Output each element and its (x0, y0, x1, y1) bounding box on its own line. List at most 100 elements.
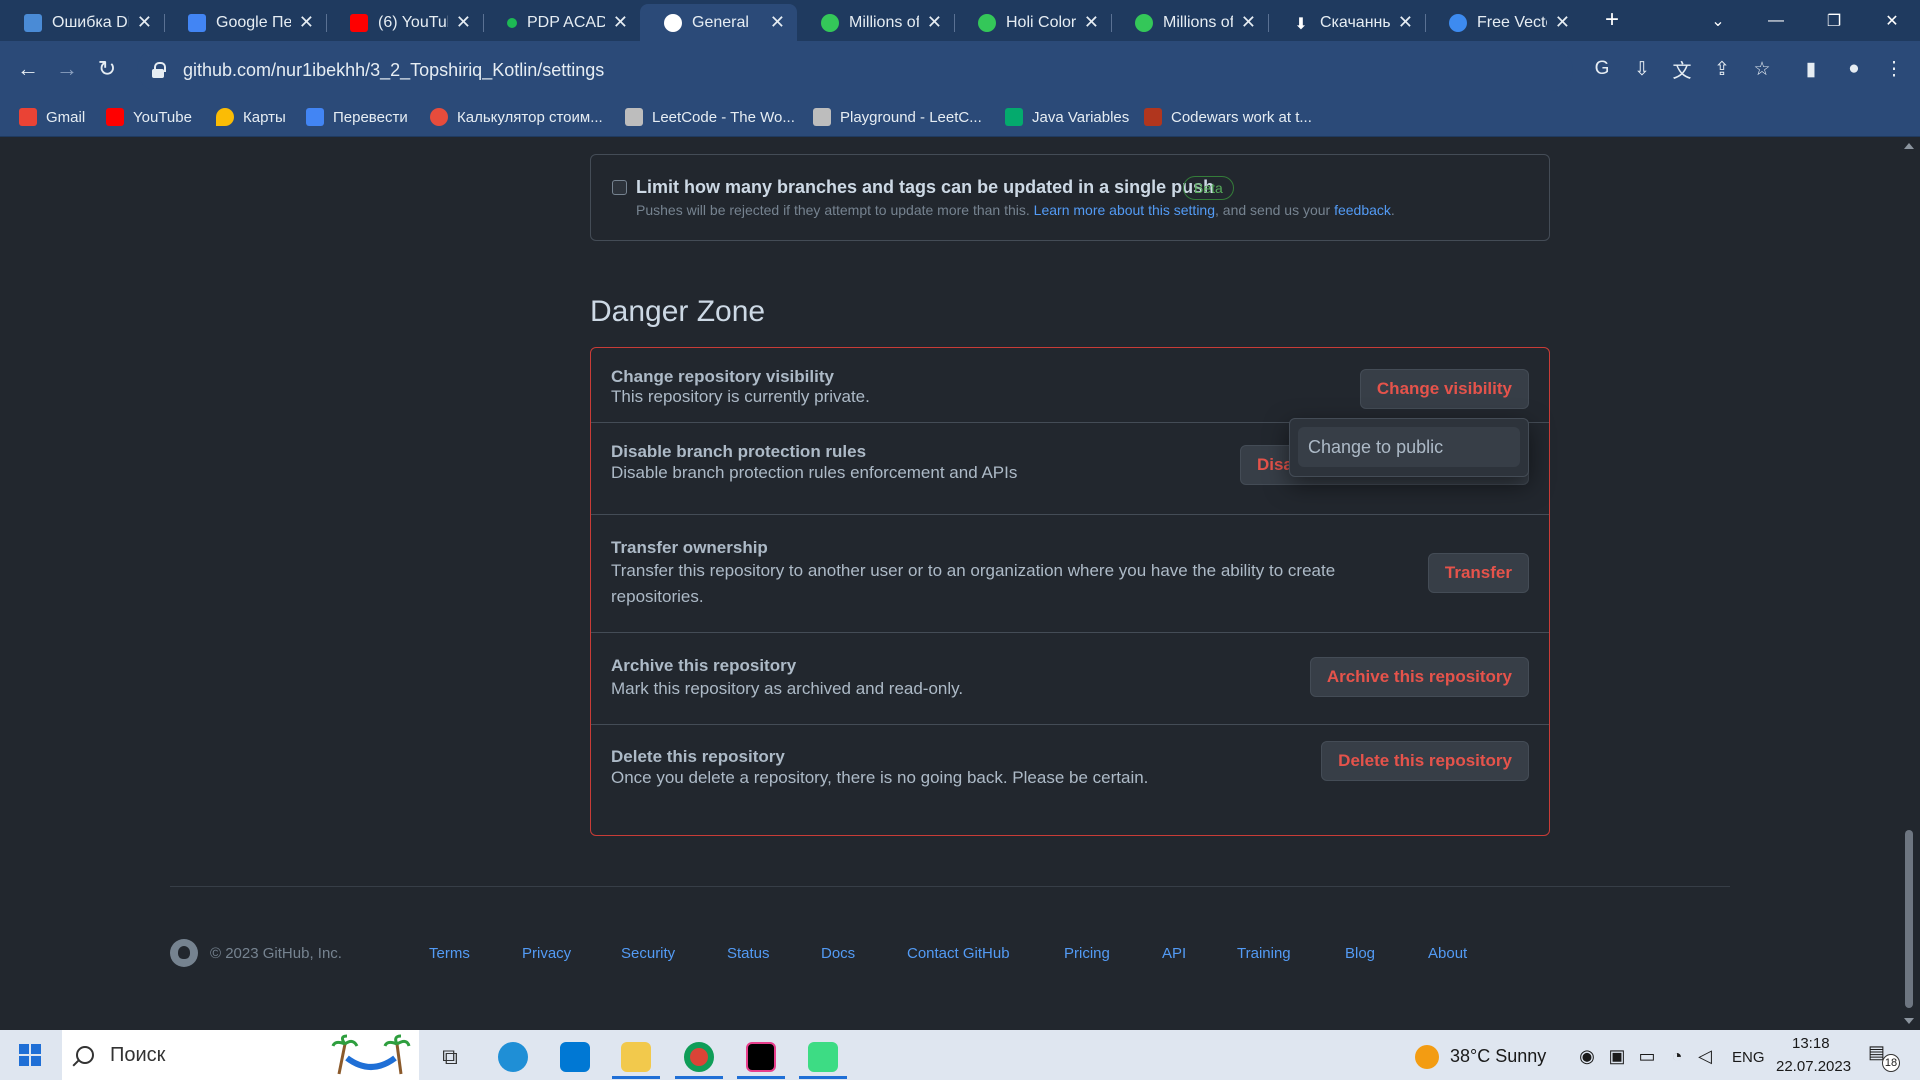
bookmark-gmail[interactable]: Gmail (19, 108, 85, 126)
tab-millions-of[interactable]: Millions of ✕ (797, 4, 954, 41)
bookmark-java-variables[interactable]: Java Variables (1005, 108, 1129, 126)
taskbar-task-view[interactable]: ⧉ (424, 1035, 476, 1079)
taskbar-edge[interactable] (487, 1035, 539, 1079)
change-to-public-option[interactable]: Change to public (1298, 427, 1520, 467)
tab-holi-colors[interactable]: Holi Colors ✕ (954, 4, 1111, 41)
tab-millions-of-2[interactable]: Millions of ✕ (1111, 4, 1268, 41)
language-indicator[interactable]: ENG (1732, 1049, 1765, 1066)
close-icon[interactable]: ✕ (1241, 12, 1256, 33)
push-limit-title[interactable]: Limit how many branches and tags can be … (636, 177, 1214, 198)
more-menu-icon[interactable]: ⋮ (1880, 55, 1908, 83)
tab-google-translate[interactable]: Google Пер ✕ (164, 4, 326, 41)
taskbar-vscode[interactable] (549, 1035, 601, 1079)
tab-pdp-academy[interactable]: PDP ACADE ✕ (483, 4, 640, 41)
taskbar-search-box[interactable]: Поиск (62, 1030, 419, 1080)
lock-icon[interactable] (151, 62, 166, 78)
translate-icon (306, 108, 324, 126)
close-icon[interactable]: ✕ (137, 12, 152, 33)
footer-link-api[interactable]: API (1162, 945, 1186, 962)
taskbar-intellij[interactable] (735, 1035, 787, 1079)
change-visibility-button[interactable]: Change visibility (1359, 369, 1529, 409)
battery-icon[interactable]: ▭ (1636, 1045, 1658, 1067)
footer-link-about[interactable]: About (1428, 945, 1467, 962)
scroll-down-arrow-icon[interactable] (1904, 1018, 1914, 1024)
clock-date[interactable]: 22.07.2023 (1776, 1058, 1851, 1075)
bookmark-star-icon[interactable]: ☆ (1748, 55, 1776, 83)
window-close-icon[interactable]: ✕ (1864, 0, 1920, 41)
bookmark-leetcode-playground[interactable]: Playground - LeetC... (813, 108, 982, 126)
side-panel-icon[interactable]: ▮ (1797, 55, 1825, 83)
close-icon[interactable]: ✕ (1398, 12, 1413, 33)
footer-link-pricing[interactable]: Pricing (1064, 945, 1110, 962)
back-arrow-icon[interactable]: ← (12, 53, 44, 85)
forward-arrow-icon[interactable]: → (51, 53, 83, 85)
close-icon[interactable]: ✕ (927, 12, 942, 33)
tab-youtube[interactable]: (6) YouTube ✕ (326, 4, 483, 41)
github-logo-icon[interactable] (170, 939, 198, 967)
page-scrollbar[interactable] (1898, 137, 1920, 1030)
copyright-text: © 2023 GitHub, Inc. (210, 945, 342, 962)
close-icon[interactable]: ✕ (613, 12, 628, 33)
translate-page-icon[interactable]: 文 (1668, 55, 1696, 83)
address-bar[interactable]: github.com/nur1ibekhh/3_2_Topshiriq_Kotl… (137, 49, 1573, 91)
feedback-link[interactable]: feedback (1334, 202, 1391, 218)
share-icon[interactable]: ⇪ (1708, 55, 1736, 83)
footer-link-status[interactable]: Status (727, 945, 770, 962)
footer-link-contact[interactable]: Contact GitHub (907, 945, 1010, 962)
close-icon[interactable]: ✕ (1084, 12, 1099, 33)
wifi-icon[interactable]: ◔ (1666, 1045, 1688, 1067)
tab-search-chevron-icon[interactable]: ⌄ (1690, 0, 1746, 41)
footer-link-privacy[interactable]: Privacy (522, 945, 571, 962)
push-limit-checkbox[interactable] (612, 180, 627, 195)
volume-icon[interactable]: ◁ (1694, 1045, 1716, 1067)
delete-repository-button[interactable]: Delete this repository (1321, 741, 1529, 781)
transfer-button[interactable]: Transfer (1427, 553, 1529, 593)
bookmark-translate[interactable]: Перевести (306, 108, 408, 126)
reload-icon[interactable]: ↻ (91, 53, 123, 85)
freepik-icon (978, 13, 996, 32)
windows-start-icon[interactable] (19, 1044, 41, 1066)
footer-link-blog[interactable]: Blog (1345, 945, 1375, 962)
google-lens-icon[interactable]: G (1588, 55, 1616, 83)
weather-sun-icon[interactable] (1415, 1045, 1439, 1069)
notification-center-icon[interactable]: ▤ 18 (1868, 1042, 1900, 1072)
search-highlight-hammock-icon (331, 1034, 411, 1075)
minimize-icon[interactable]: — (1748, 0, 1804, 41)
close-icon[interactable]: ✕ (1555, 12, 1570, 33)
bookmark-calculator[interactable]: Калькулятор стоим... (430, 108, 603, 126)
learn-more-link[interactable]: Learn more about this setting (1034, 202, 1215, 218)
weather-text[interactable]: 38°C Sunny (1450, 1046, 1546, 1067)
footer-link-training[interactable]: Training (1237, 945, 1291, 962)
bookmark-codewars[interactable]: Codewars work at t... (1144, 108, 1312, 126)
profile-avatar-icon[interactable]: ● (1840, 55, 1868, 83)
tab-error-page[interactable]: Ошибка DF ✕ (0, 4, 164, 41)
footer-link-terms[interactable]: Terms (429, 945, 470, 962)
pdp-icon (507, 17, 517, 28)
close-icon[interactable]: ✕ (299, 12, 314, 33)
scroll-up-arrow-icon[interactable] (1904, 143, 1914, 149)
footer-link-docs[interactable]: Docs (821, 945, 855, 962)
close-icon[interactable]: ✕ (770, 12, 785, 33)
install-app-icon[interactable]: ⇩ (1628, 55, 1656, 83)
clock-time[interactable]: 13:18 (1792, 1035, 1830, 1052)
tab-downloads[interactable]: ⬇ Скачанные ✕ (1268, 4, 1425, 41)
taskbar-chrome[interactable] (673, 1035, 725, 1079)
close-icon[interactable]: ✕ (456, 12, 471, 33)
bookmark-maps[interactable]: Карты (216, 108, 286, 126)
tab-free-vector[interactable]: Free Vector ✕ (1425, 4, 1582, 41)
beta-badge: Beta (1183, 176, 1234, 200)
danger-row-description: Once you delete a repository, there is n… (611, 768, 1149, 787)
archive-repository-button[interactable]: Archive this repository (1309, 657, 1529, 697)
meet-now-icon[interactable]: ▣ (1606, 1045, 1628, 1067)
record-icon[interactable]: ◉ (1576, 1045, 1598, 1067)
scroll-thumb[interactable] (1905, 830, 1913, 1008)
bookmark-youtube[interactable]: YouTube (106, 108, 192, 126)
taskbar-android-studio[interactable] (797, 1035, 849, 1079)
restore-icon[interactable]: ❐ (1806, 0, 1862, 41)
tab-general-active[interactable]: General ✕ (640, 4, 797, 41)
bookmark-leetcode[interactable]: LeetCode - The Wo... (625, 108, 795, 126)
url-text[interactable]: github.com/nur1ibekhh/3_2_Topshiriq_Kotl… (183, 60, 604, 81)
new-tab-icon[interactable]: + (1596, 4, 1628, 36)
footer-link-security[interactable]: Security (621, 945, 675, 962)
taskbar-file-explorer[interactable] (610, 1035, 662, 1079)
